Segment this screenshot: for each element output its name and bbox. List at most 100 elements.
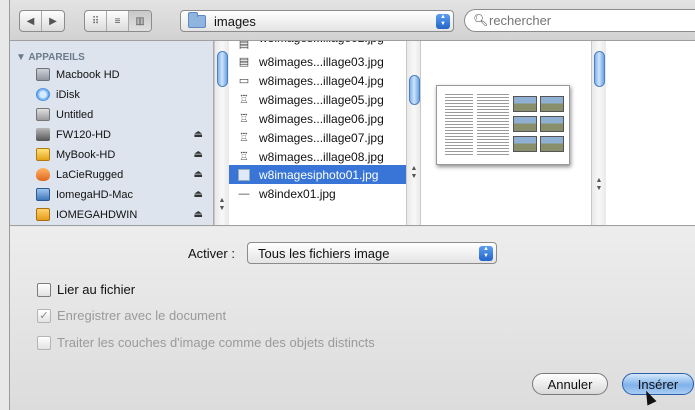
list-view-icon: ≡ (114, 15, 121, 27)
chevron-updown-icon: ▲ ▼ (436, 14, 450, 29)
location-popup[interactable]: images ▲ ▼ (180, 10, 454, 32)
cancel-button[interactable]: Annuler (532, 373, 608, 395)
scroll-arrows-icon[interactable]: ▲ ▼ (407, 165, 420, 181)
checkbox-box[interactable] (37, 282, 51, 297)
eject-icon[interactable]: ⏏ (194, 129, 203, 140)
file-name: w8images...illage07.jpg (259, 130, 384, 145)
checkbox-enregistrer[interactable]: ✓ Enregistrer avec le document (37, 308, 226, 323)
eject-icon[interactable]: ⏏ (194, 189, 203, 200)
sidebar: ▼ APPAREILS Macbook HD iDisk Untitled FW… (10, 41, 214, 225)
sidebar-item-label: LaCieRugged (56, 168, 124, 181)
file-row[interactable]: ▭ w8images...illage04.jpg (229, 71, 406, 90)
file-name: w8images...illage06.jpg (259, 111, 384, 126)
forward-button[interactable]: ▶ (42, 11, 64, 31)
file-row[interactable]: ― w8index01.jpg (229, 184, 406, 203)
sidebar-item-laciерugged[interactable]: LaCieRugged ⏏ (36, 166, 203, 183)
file-scroll-thumb[interactable] (409, 75, 420, 105)
list-view-button[interactable]: ≡ (107, 11, 129, 31)
file-name: w8imagesiphoto01.jpg (259, 167, 379, 182)
file-row-partial[interactable]: ▤ w8images...illage02.jpg (229, 41, 406, 49)
chevron-right-icon: ▶ (49, 15, 57, 27)
sidebar-scroll-thumb[interactable] (217, 51, 228, 87)
sidebar-item-iomegahd-mac[interactable]: IomegaHD-Mac ⏏ (36, 186, 203, 203)
back-forward-control: ◀ ▶ (19, 10, 65, 32)
column-view-icon: ▥ (135, 15, 145, 27)
image-preview-thumbnail (436, 85, 570, 165)
search-icon: 🔍︎ (473, 13, 489, 27)
sidebar-item-label: FW120-HD (56, 128, 112, 141)
file-column-scrollbar[interactable]: ▲ ▼ (406, 41, 420, 225)
image-file-icon: ― (238, 187, 250, 200)
sidebar-item-label: Untitled (56, 108, 94, 121)
view-mode-control: ⠿ ≡ ▥ (84, 10, 152, 32)
file-row[interactable]: ▤ w8images...illage03.jpg (229, 52, 406, 71)
external-drive-icon (36, 188, 50, 201)
image-file-icon: ♖ (239, 112, 249, 125)
sidebar-item-mybook-hd[interactable]: MyBook-HD ⏏ (36, 146, 203, 163)
external-drive-icon (36, 168, 50, 181)
file-name: w8images...illage05.jpg (259, 92, 384, 107)
file-icon: ▤ (238, 41, 250, 49)
sidebar-item-label: iDisk (56, 88, 80, 101)
sidebar-item-iomegahdwin[interactable]: IOMEGAHDWIN ⏏ (36, 206, 203, 223)
file-name: w8index01.jpg (259, 186, 336, 201)
image-file-icon: ▭ (238, 74, 250, 87)
external-drive-icon (36, 128, 50, 141)
image-file-icon: ▤ (238, 55, 250, 68)
external-drive-icon (36, 148, 50, 161)
search-field: 🔍︎ (464, 9, 695, 32)
search-input[interactable] (489, 13, 669, 28)
toolbar: ◀ ▶ ⠿ ≡ ▥ images ▲ ▼ 🔍︎ (10, 0, 695, 40)
insert-button[interactable]: Insérer (622, 373, 694, 395)
sidebar-item-label: IOMEGAHDWIN (56, 208, 138, 221)
file-type-value: Tous les fichiers image (258, 245, 390, 261)
column-view-button[interactable]: ▥ (129, 11, 151, 31)
sidebar-item-macbook-hd[interactable]: Macbook HD (36, 66, 201, 83)
sidebar-scrollbar[interactable]: ▲ ▼ (214, 41, 229, 225)
scroll-arrows-icon[interactable]: ▲ ▼ (592, 177, 606, 193)
folder-icon (188, 11, 206, 28)
file-name: w8images...illage03.jpg (259, 54, 384, 69)
image-file-icon (238, 168, 250, 181)
file-row[interactable]: ♖ w8images...illage06.jpg (229, 109, 406, 128)
back-button[interactable]: ◀ (20, 11, 42, 31)
eject-icon[interactable]: ⏏ (194, 209, 203, 220)
checkbox-box[interactable]: ✓ (37, 308, 51, 323)
sidebar-item-label: MyBook-HD (56, 148, 116, 161)
image-file-icon: ♖ (239, 93, 249, 106)
grid-view-icon: ⠿ (91, 15, 100, 27)
activer-label: Activer : (188, 246, 235, 261)
checkbox-traiter-couches[interactable]: Traiter les couches d'image comme des ob… (37, 335, 375, 350)
sidebar-item-idisk[interactable]: iDisk (36, 86, 201, 103)
file-type-popup[interactable]: Tous les fichiers image ▲ ▼ (247, 242, 497, 264)
file-dialog: ◀ ▶ ⠿ ≡ ▥ images ▲▼ 🔍︎ ▼ APPAREILS Macbo… (9, 0, 695, 410)
file-name: w8images...illage08.jpg (259, 149, 384, 164)
file-row[interactable]: ♖ w8images...illage07.jpg (229, 128, 406, 147)
checkbox-label: Traiter les couches d'image comme des ob… (57, 335, 375, 350)
chevron-left-icon: ◀ (26, 15, 35, 27)
sidebar-item-fw120-hd[interactable]: FW120-HD ⏏ (36, 126, 203, 143)
idisk-icon (36, 88, 50, 101)
file-name: w8images...illage04.jpg (259, 73, 384, 88)
file-column: ▤ w8images...illage02.jpg ▤ w8images...i… (229, 41, 421, 225)
scroll-arrows-icon[interactable]: ▲ ▼ (215, 197, 229, 213)
location-label: images (214, 13, 256, 29)
checkbox-lier-au-fichier[interactable]: Lier au fichier (37, 282, 135, 297)
sidebar-item-label: Macbook HD (56, 68, 120, 81)
image-file-icon: ♖ (239, 150, 249, 163)
eject-icon[interactable]: ⏏ (194, 149, 203, 160)
checkbox-box[interactable] (37, 335, 51, 350)
eject-icon[interactable]: ⏏ (194, 169, 203, 180)
file-row[interactable]: ♖ w8images...illage05.jpg (229, 90, 406, 109)
file-row-selected[interactable]: w8imagesiphoto01.jpg (229, 165, 406, 184)
file-browser: ▼ APPAREILS Macbook HD iDisk Untitled FW… (10, 40, 695, 226)
sidebar-item-label: IomegaHD-Mac (56, 188, 134, 201)
preview-scroll-thumb[interactable] (594, 51, 605, 87)
file-row[interactable]: ♖ w8images...illage08.jpg (229, 147, 406, 166)
hard-drive-icon (36, 68, 50, 81)
chevron-updown-icon: ▲ ▼ (479, 246, 493, 261)
sidebar-item-untitled[interactable]: Untitled (36, 106, 201, 123)
preview-scrollbar[interactable]: ▲ ▼ (591, 41, 606, 225)
icon-view-button[interactable]: ⠿ (85, 11, 107, 31)
external-drive-icon (36, 208, 50, 221)
